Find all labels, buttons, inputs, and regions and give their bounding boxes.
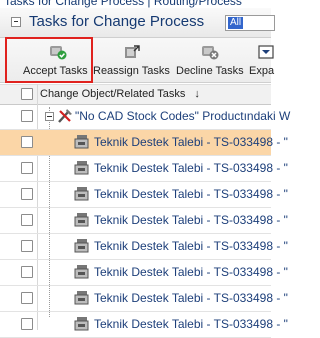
row-checkbox[interactable] <box>21 240 33 252</box>
select-all-checkbox[interactable] <box>21 88 33 100</box>
task-document-icon <box>74 265 89 279</box>
task-name[interactable]: Teknik Destek Talebi - TS-033498 - " <box>94 213 288 227</box>
collapse-tree-icon[interactable] <box>45 112 54 121</box>
table-row[interactable]: Teknik Destek Talebi - TS-033498 - " <box>0 130 288 156</box>
accept-tasks-label: Accept Tasks <box>23 65 88 77</box>
column-header-label: Change Object/Related Tasks <box>40 88 186 100</box>
row-checkbox[interactable] <box>21 136 33 148</box>
table-row[interactable]: Teknik Destek Talebi - TS-033498 - " <box>0 182 288 208</box>
task-document-icon <box>74 187 89 201</box>
task-document-icon <box>74 317 89 331</box>
row-checkbox[interactable] <box>21 110 33 122</box>
row-checkbox[interactable] <box>21 214 33 226</box>
decline-tasks-label: Decline Tasks <box>176 65 244 77</box>
task-name[interactable]: Teknik Destek Talebi - TS-033498 - " <box>94 161 288 175</box>
accept-tasks-button[interactable]: Accept Tasks <box>5 37 93 83</box>
task-document-icon <box>74 161 89 175</box>
change-object-name[interactable]: "No CAD Stock Codes" Productındaki W <box>75 109 290 123</box>
task-document-icon <box>74 213 89 227</box>
table-row[interactable]: Teknik Destek Talebi - TS-033498 - " <box>0 156 288 182</box>
page-title: Tasks for Change Process <box>29 13 205 30</box>
row-checkbox[interactable] <box>21 162 33 174</box>
reassign-task-icon <box>125 45 140 58</box>
table-row[interactable]: Teknik Destek Talebi - TS-033498 - " <box>0 312 288 338</box>
table-row[interactable]: Teknik Destek Talebi - TS-033498 - " <box>0 234 288 260</box>
expand-label: Expa <box>249 65 275 77</box>
row-checkbox[interactable] <box>21 266 33 278</box>
filter-selected-value: All <box>228 17 244 29</box>
task-name[interactable]: Teknik Destek Talebi - TS-033498 - " <box>94 239 288 253</box>
table-row[interactable]: Teknik Destek Talebi - TS-033498 - " <box>0 208 288 234</box>
task-name[interactable]: Teknik Destek Talebi - TS-033498 - " <box>94 135 288 149</box>
row-checkbox[interactable] <box>21 188 33 200</box>
decline-tasks-button[interactable]: Decline Tasks <box>174 38 246 82</box>
task-name[interactable]: Teknik Destek Talebi - TS-033498 - " <box>94 265 288 279</box>
collapse-panel-icon[interactable] <box>11 17 21 27</box>
grid-header: Change Object/Related Tasks ↓ <box>0 84 271 105</box>
task-name[interactable]: Teknik Destek Talebi - TS-033498 - " <box>94 187 288 201</box>
expand-button[interactable]: Expa <box>248 38 278 82</box>
reassign-tasks-label: Reassign Tasks <box>93 65 170 77</box>
task-name[interactable]: Teknik Destek Talebi - TS-033498 - " <box>94 317 288 331</box>
table-row-parent[interactable]: "No CAD Stock Codes" Productındaki W <box>0 104 290 130</box>
row-checkbox[interactable] <box>21 318 33 330</box>
change-object-icon <box>58 109 72 123</box>
decline-task-icon <box>202 46 219 60</box>
table-row[interactable]: Teknik Destek Talebi - TS-033498 - " <box>0 260 288 286</box>
reassign-tasks-button[interactable]: Reassign Tasks <box>93 38 173 82</box>
filter-select[interactable]: All <box>225 15 275 31</box>
task-document-icon <box>74 135 89 149</box>
row-checkbox[interactable] <box>21 292 33 304</box>
expand-icon <box>258 45 274 59</box>
task-name[interactable]: Teknik Destek Talebi - TS-033498 - " <box>94 291 288 305</box>
toolbar: Accept Tasks Reassign Tasks Decline Task… <box>0 37 274 83</box>
breadcrumb[interactable]: Tasks for Change Process | Routing/Proce… <box>4 0 271 8</box>
column-header-change-object[interactable]: Change Object/Related Tasks ↓ <box>40 88 200 100</box>
accept-task-icon <box>50 46 67 60</box>
sort-desc-icon: ↓ <box>194 88 200 100</box>
task-document-icon <box>74 239 89 253</box>
table-row[interactable]: Teknik Destek Talebi - TS-033498 - " <box>0 286 288 312</box>
task-document-icon <box>74 291 89 305</box>
